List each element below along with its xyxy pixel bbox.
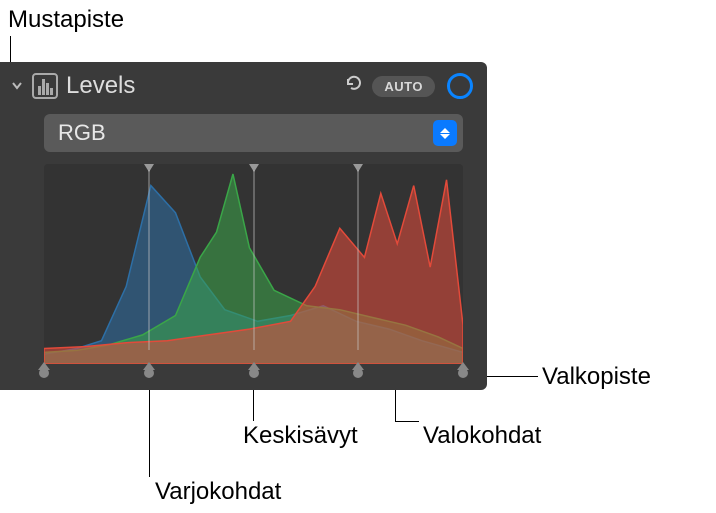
levels-icon: [32, 73, 58, 99]
levels-slider-track[interactable]: [44, 364, 463, 386]
highlights-handle[interactable]: [351, 362, 365, 380]
black-point-handle[interactable]: [37, 362, 51, 380]
levels-panel: Levels AUTO RGB: [0, 62, 487, 390]
leader-line: [253, 385, 254, 421]
range-handle-highlights[interactable]: [352, 164, 364, 178]
undo-icon[interactable]: [342, 72, 364, 100]
white-point-handle[interactable]: [456, 362, 470, 380]
callout-white-point: Valkopiste: [542, 363, 651, 391]
range-handle-midtones[interactable]: [248, 164, 260, 178]
updown-arrows-icon: [433, 120, 457, 146]
leader-line: [395, 421, 419, 422]
callout-black-point: Mustapiste: [8, 6, 124, 34]
range-handle-shadows[interactable]: [143, 164, 155, 178]
disclosure-chevron-icon[interactable]: [10, 78, 24, 95]
leader-line: [149, 385, 150, 477]
shadows-handle[interactable]: [142, 362, 156, 380]
channel-row: RGB: [0, 108, 487, 160]
callout-highlights: Valokohdat: [423, 422, 541, 450]
midtones-handle[interactable]: [247, 362, 261, 380]
leader-line: [395, 385, 396, 421]
histogram: [44, 164, 463, 364]
auto-button[interactable]: AUTO: [372, 76, 435, 97]
enable-toggle-ring[interactable]: [447, 73, 473, 99]
callout-midtones: Keskisävyt: [243, 422, 358, 450]
channel-select[interactable]: RGB: [44, 114, 463, 152]
callout-shadows: Varjokohdat: [155, 478, 281, 506]
panel-title: Levels: [66, 72, 334, 100]
channel-select-label: RGB: [58, 120, 433, 146]
panel-header: Levels AUTO: [0, 62, 487, 108]
